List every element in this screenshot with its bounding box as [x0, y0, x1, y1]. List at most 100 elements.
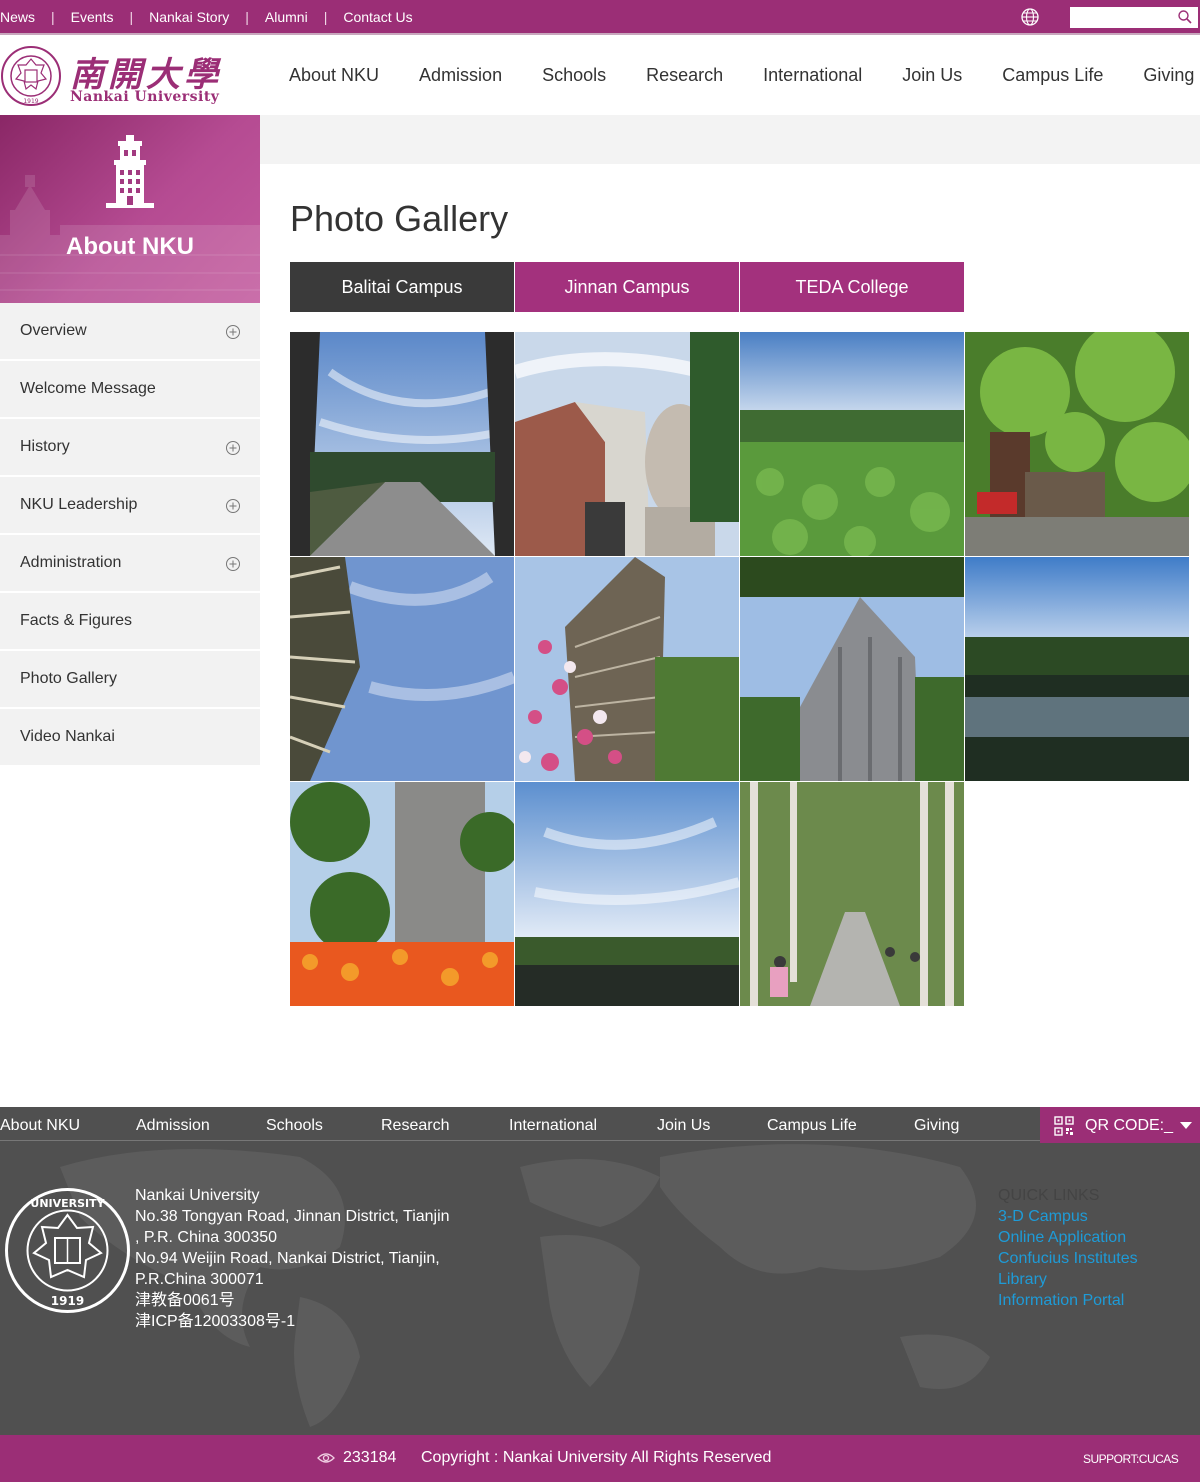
- footer-nav-admission[interactable]: Admission: [136, 1117, 210, 1135]
- top-utility-bar: News | Events | Nankai Story | Alumni | …: [0, 0, 1200, 35]
- gallery-photo[interactable]: [965, 332, 1189, 556]
- separator: |: [129, 8, 134, 25]
- sidebar-item-nku-leadership[interactable]: NKU Leadership: [0, 477, 260, 535]
- gallery-photo[interactable]: [515, 782, 739, 1006]
- sidebar-item-administration[interactable]: Administration: [0, 535, 260, 593]
- quick-link-information-portal[interactable]: Information Portal: [998, 1290, 1138, 1311]
- copyright-text: Copyright : Nankai University All Rights…: [421, 1449, 772, 1466]
- site-footer: About NKU Admission Schools Research Int…: [0, 1107, 1200, 1435]
- gallery-photo[interactable]: [290, 782, 514, 1006]
- qr-code-icon: [1054, 1116, 1074, 1136]
- sidebar-item-label: Video Nankai: [20, 728, 115, 745]
- section-title: About NKU: [66, 233, 194, 260]
- address-line: , P.R. China 300350: [135, 1229, 278, 1246]
- tab-jinnan-campus[interactable]: Jinnan Campus: [515, 262, 739, 312]
- sidebar-item-label: NKU Leadership: [20, 496, 138, 513]
- support-credit[interactable]: SUPPORT:CUCAS: [1083, 1452, 1179, 1466]
- main-navigation: About NKU Admission Schools Research Int…: [289, 35, 1200, 115]
- footer-navigation: About NKU Admission Schools Research Int…: [0, 1107, 1040, 1141]
- footer-nav-about-nku[interactable]: About NKU: [0, 1117, 80, 1135]
- tab-balitai-campus[interactable]: Balitai Campus: [290, 262, 514, 312]
- expand-plus-icon[interactable]: [225, 324, 241, 340]
- gallery-photo[interactable]: [740, 332, 964, 556]
- gallery-photo[interactable]: [290, 557, 514, 781]
- address-line: Nankai University: [135, 1187, 260, 1204]
- nav-about-nku[interactable]: About NKU: [289, 65, 379, 86]
- nav-giving[interactable]: Giving: [1143, 65, 1194, 86]
- sidebar-item-history[interactable]: History: [0, 419, 260, 477]
- sidebar-item-label: Facts & Figures: [20, 612, 133, 629]
- site-header: 1919 南開大學 Nankai University About NKU Ad…: [0, 35, 1200, 115]
- gallery-photo[interactable]: [515, 557, 739, 781]
- nav-join-us[interactable]: Join Us: [902, 65, 962, 86]
- footer-nav-giving[interactable]: Giving: [914, 1117, 959, 1135]
- quick-link-3d-campus[interactable]: 3-D Campus: [998, 1206, 1138, 1227]
- utility-link-alumni[interactable]: Alumni: [265, 9, 308, 25]
- footer-nav-campus-life[interactable]: Campus Life: [767, 1117, 857, 1135]
- university-seal-logo[interactable]: 1919: [0, 45, 62, 107]
- quick-links: QUICK LINKS 3-D Campus Online Applicatio…: [998, 1185, 1138, 1311]
- expand-plus-icon[interactable]: [225, 556, 241, 572]
- quick-link-online-application[interactable]: Online Application: [998, 1227, 1138, 1248]
- expand-plus-icon[interactable]: [225, 498, 241, 514]
- address-line[interactable]: 津ICP备12003308号-1: [135, 1311, 465, 1332]
- search-icon[interactable]: [1177, 9, 1193, 25]
- utility-link-nankai-story[interactable]: Nankai Story: [149, 9, 229, 25]
- sidebar-menu: Overview Welcome Message History NKU Lea…: [0, 303, 260, 767]
- qr-code-dropdown[interactable]: QR CODE:_: [1040, 1107, 1200, 1143]
- address-line: No.38 Tongyan Road, Jinnan District, Tia…: [135, 1208, 450, 1225]
- qr-code-label: QR CODE:_: [1085, 1117, 1174, 1134]
- address-line: P.R.China 300071: [135, 1271, 264, 1288]
- utility-link-events[interactable]: Events: [71, 9, 114, 25]
- nav-international[interactable]: International: [763, 65, 862, 86]
- footer-nav-international[interactable]: International: [509, 1117, 597, 1135]
- quick-links-heading: QUICK LINKS: [998, 1187, 1100, 1204]
- sidebar-item-label: Welcome Message: [20, 380, 156, 397]
- utility-link-news[interactable]: News: [0, 9, 35, 25]
- expand-plus-icon[interactable]: [225, 440, 241, 456]
- quick-link-library[interactable]: Library: [998, 1269, 1138, 1290]
- address-line[interactable]: 津教备0061号: [135, 1290, 465, 1311]
- sidebar-item-label: Overview: [20, 322, 87, 339]
- separator: |: [245, 8, 249, 25]
- globe-icon[interactable]: [1020, 7, 1040, 27]
- section-banner: About NKU: [0, 115, 260, 303]
- separator: |: [51, 8, 55, 25]
- tab-teda-college[interactable]: TEDA College: [740, 262, 964, 312]
- gallery-photo[interactable]: [740, 782, 964, 1006]
- tower-icon: [106, 135, 154, 208]
- campus-tabs: Balitai Campus Jinnan Campus TEDA Colleg…: [290, 262, 965, 312]
- footer-nav-research[interactable]: Research: [381, 1117, 449, 1135]
- visit-counter: 233184: [343, 1449, 397, 1466]
- sidebar-item-welcome-message[interactable]: Welcome Message: [0, 361, 260, 419]
- utility-link-contact-us[interactable]: Contact Us: [343, 9, 412, 25]
- svg-text:UNIVERSITY: UNIVERSITY: [30, 1197, 105, 1210]
- page-title: Photo Gallery: [290, 198, 509, 239]
- sidebar-item-label: Photo Gallery: [20, 670, 117, 687]
- gallery-photo[interactable]: [515, 332, 739, 556]
- nav-campus-life[interactable]: Campus Life: [1002, 65, 1103, 86]
- footer-nav-join-us[interactable]: Join Us: [657, 1117, 710, 1135]
- address-line: No.94 Weijin Road, Nankai District, Tian…: [135, 1250, 440, 1267]
- svg-text:1919: 1919: [23, 98, 38, 105]
- gallery-photo[interactable]: [290, 332, 514, 556]
- svg-text:1919: 1919: [51, 1294, 84, 1308]
- gallery-photo[interactable]: [740, 557, 964, 781]
- nav-admission[interactable]: Admission: [419, 65, 502, 86]
- logo-english-name: Nankai University: [70, 89, 220, 105]
- breadcrumb-strip: [260, 115, 1200, 164]
- gallery-photo[interactable]: [965, 557, 1189, 781]
- quick-link-confucius-institutes[interactable]: Confucius Institutes: [998, 1248, 1138, 1269]
- separator: |: [323, 8, 328, 25]
- footer-nav-schools[interactable]: Schools: [266, 1117, 323, 1135]
- nav-research[interactable]: Research: [646, 65, 723, 86]
- sidebar-item-label: Administration: [20, 554, 122, 571]
- utility-links: News | Events | Nankai Story | Alumni | …: [0, 0, 413, 33]
- sidebar-item-overview[interactable]: Overview: [0, 303, 260, 361]
- nav-schools[interactable]: Schools: [542, 65, 606, 86]
- sidebar-item-video-nankai[interactable]: Video Nankai: [0, 709, 260, 767]
- sidebar-item-photo-gallery[interactable]: Photo Gallery: [0, 651, 260, 709]
- eye-icon: [317, 1453, 335, 1463]
- sidebar-item-facts-figures[interactable]: Facts & Figures: [0, 593, 260, 651]
- university-seal-emblem: UNIVERSITY 1919: [5, 1188, 130, 1313]
